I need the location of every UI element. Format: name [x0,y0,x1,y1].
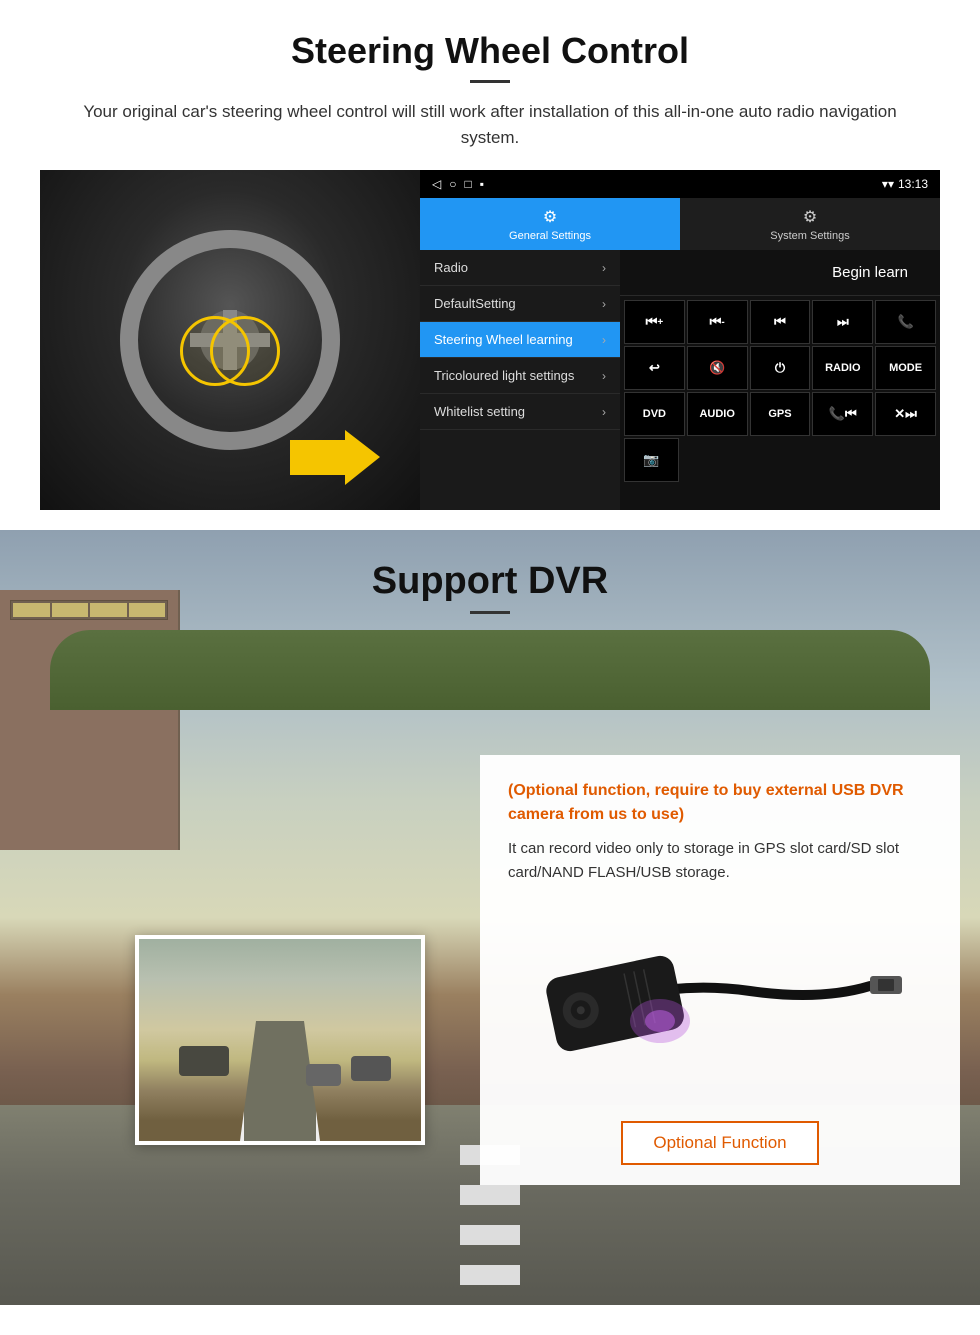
statusbar-right: ▾▾ 13:13 [882,177,928,191]
dvr-title-section: Support DVR [0,530,980,634]
hedge-row [50,630,930,710]
gear-icon: ⚙ [543,207,557,227]
preview-suv [179,1046,229,1076]
begin-learn-bar: Begin learn [620,250,940,296]
btn-power[interactable]: ⏻ [750,346,811,390]
home-icon: ○ [449,177,456,191]
page-title: Steering Wheel Control [40,30,940,72]
menu-icon: ▪ [480,177,484,191]
btn-gps[interactable]: GPS [750,392,811,436]
btn-radio[interactable]: RADIO [812,346,873,390]
dvr-camera-illustration [508,901,932,1101]
dvr-info-card: (Optional function, require to buy exter… [480,755,960,1185]
settings-menu: Radio › DefaultSetting › Steering Wheel … [420,250,620,510]
dvr-divider [470,611,510,614]
section-subtitle: Your original car's steering wheel contr… [60,99,920,150]
btn-next-track[interactable]: ⏭ [812,300,873,344]
steering-wheel-control-panel: Begin learn ⏮+ ⏮- ⏮ ⏭ 📞 ↩ [620,250,940,510]
dvr-preview-inner [139,939,421,1141]
title-divider [470,80,510,83]
android-content: Radio › DefaultSetting › Steering Wheel … [420,250,940,510]
begin-learn-button[interactable]: Begin learn [820,258,920,287]
btn-audio[interactable]: AUDIO [687,392,748,436]
system-icon: ⚙ [803,207,817,227]
btn-hang-up[interactable]: ↩ [624,346,685,390]
btn-vol-down[interactable]: ⏮- [687,300,748,344]
btn-row-4: 📷 [624,438,936,482]
btn-dvd[interactable]: DVD [624,392,685,436]
menu-item-tricoloured[interactable]: Tricoloured light settings › [420,358,620,394]
steering-section: Steering Wheel Control Your original car… [0,0,980,530]
btn-phone[interactable]: 📞 [875,300,936,344]
tab-general-settings[interactable]: ⚙ General Settings [420,198,680,250]
dvr-camera-svg [530,911,910,1091]
menu-item-radio[interactable]: Radio › [420,250,620,286]
chevron-icon: › [602,261,606,275]
menu-item-steering-wheel[interactable]: Steering Wheel learning › [420,322,620,358]
btn-row-3: DVD AUDIO GPS 📞⏮ ✕⏭ [624,392,936,436]
chevron-icon: › [602,333,606,347]
statusbar-nav-icons: ◁ ○ □ ▪ [432,177,484,191]
btn-phone-prev[interactable]: 📞⏮ [812,392,873,436]
btn-row-2: ↩ 🔇 ⏻ RADIO MODE [624,346,936,390]
android-ui-panel: ◁ ○ □ ▪ ▾▾ 13:13 ⚙ General Settings ⚙ [420,170,940,510]
menu-item-default-setting[interactable]: DefaultSetting › [420,286,620,322]
btn-camera[interactable]: 📷 [624,438,679,482]
tab-system-settings[interactable]: ⚙ System Settings [680,198,940,250]
optional-function-button[interactable]: Optional Function [621,1121,818,1165]
menu-tricoloured-label: Tricoloured light settings [434,368,574,383]
btn-mode[interactable]: MODE [875,346,936,390]
btn-vol-up[interactable]: ⏮+ [624,300,685,344]
tab-general-label: General Settings [509,230,591,242]
optional-function-container: Optional Function [508,1117,932,1165]
dvr-description: It can record video only to storage in G… [508,837,932,885]
btn-mute-next[interactable]: ✕⏭ [875,392,936,436]
recents-icon: □ [464,177,471,191]
menu-steering-label: Steering Wheel learning [434,332,573,347]
arrow-indicator [290,430,380,490]
tab-system-label: System Settings [770,230,849,242]
steering-demo: ◁ ○ □ ▪ ▾▾ 13:13 ⚙ General Settings ⚙ [40,170,940,510]
btn-mute[interactable]: 🔇 [687,346,748,390]
menu-item-whitelist[interactable]: Whitelist setting › [420,394,620,430]
dvr-title: Support DVR [0,560,980,603]
preview-car-1 [351,1056,391,1081]
steering-wheel [120,230,340,450]
settings-tabs: ⚙ General Settings ⚙ System Settings [420,198,940,250]
media-control-buttons: ⏮+ ⏮- ⏮ ⏭ 📞 ↩ 🔇 ⏻ RADIO MODE [620,296,940,486]
steering-photo-inner [40,170,420,510]
chevron-icon: › [602,297,606,311]
clock: 13:13 [898,177,928,191]
menu-whitelist-label: Whitelist setting [434,404,525,419]
chevron-icon: › [602,369,606,383]
chevron-icon: › [602,405,606,419]
dvr-section: Support DVR (Optional function, require … [0,530,980,1305]
dvr-camera-preview [135,935,425,1145]
btn-prev-track[interactable]: ⏮ [750,300,811,344]
highlight-right [210,316,280,386]
steering-photo [40,170,420,510]
btn-row-1: ⏮+ ⏮- ⏮ ⏭ 📞 [624,300,936,344]
menu-radio-label: Radio [434,260,468,275]
dvr-optional-text: (Optional function, require to buy exter… [508,779,932,827]
back-icon: ◁ [432,177,441,191]
android-statusbar: ◁ ○ □ ▪ ▾▾ 13:13 [420,170,940,198]
signal-icon: ▾▾ [882,177,894,191]
preview-car-2 [306,1064,341,1086]
menu-default-label: DefaultSetting [434,296,516,311]
